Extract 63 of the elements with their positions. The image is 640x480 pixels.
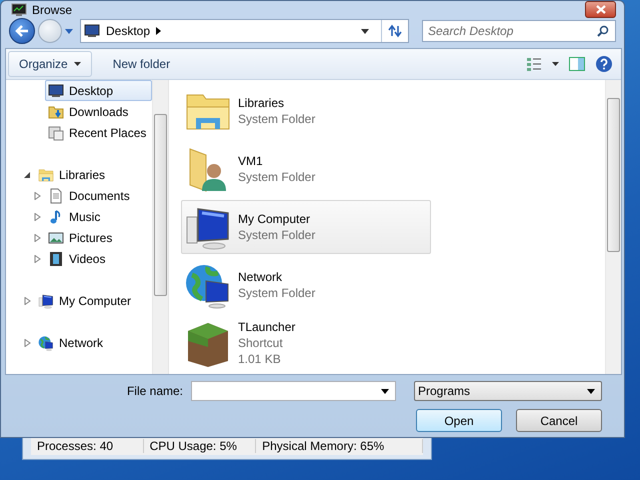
navigation-item[interactable]: Videos <box>45 248 152 269</box>
close-button[interactable] <box>585 1 616 18</box>
file-item[interactable]: TLauncher Shortcut 1.01 KB <box>181 316 431 370</box>
close-icon <box>596 5 606 14</box>
collapsed-arrow-icon[interactable] <box>24 296 31 304</box>
status-text: Physical Memory: 65% <box>256 439 423 453</box>
dialog-button[interactable]: Open <box>416 409 502 432</box>
collapsed-arrow-icon[interactable] <box>34 192 41 200</box>
dropdown-arrow-icon <box>587 388 595 394</box>
status-text: CPU Usage: 5% <box>144 439 256 453</box>
file-item[interactable]: My Computer System Folder <box>181 200 431 254</box>
navigation-item[interactable]: Music <box>45 206 152 227</box>
caret-icon <box>74 62 81 66</box>
caret-icon[interactable] <box>552 62 559 66</box>
collapsed-arrow-icon[interactable] <box>34 234 41 242</box>
collapsed-arrow-icon[interactable] <box>34 254 41 262</box>
file-item[interactable]: Libraries System Folder <box>181 84 431 138</box>
back-button[interactable] <box>9 18 35 44</box>
breadcrumb-arrow-icon <box>156 27 162 35</box>
collapsed-arrow-icon[interactable] <box>34 212 41 220</box>
window-title: Browse <box>32 2 72 16</box>
file-item[interactable]: VM1 System Folder <box>181 142 431 196</box>
refresh-arrows-icon <box>388 24 402 38</box>
dialog-button[interactable]: Cancel <box>516 409 602 432</box>
file-name-label: File name: <box>126 384 183 398</box>
navigation-item[interactable]: Network <box>35 332 152 353</box>
folder-download-icon <box>48 104 64 120</box>
scrollbar[interactable] <box>605 80 621 374</box>
organize-button[interactable]: Organize <box>8 51 92 77</box>
file-type-dropdown[interactable]: Programs <box>414 381 602 401</box>
scrollbar[interactable] <box>152 80 168 374</box>
navigation-item[interactable]: My Computer <box>35 290 152 311</box>
picture-icon <box>48 230 64 246</box>
dropdown-arrow-icon <box>381 389 389 394</box>
preview-pane-icon[interactable] <box>569 57 585 71</box>
status-text: Processes: 40 <box>31 439 144 453</box>
view-details-icon[interactable] <box>526 56 542 72</box>
app-icon <box>11 2 27 18</box>
monitor-icon <box>48 82 64 98</box>
computer-icon <box>38 292 54 308</box>
dropdown-arrow-icon[interactable] <box>361 28 369 34</box>
search-icon <box>597 25 609 37</box>
monitor-icon <box>84 23 100 39</box>
document-icon <box>48 188 64 204</box>
navigation-item[interactable]: Downloads <box>45 101 152 122</box>
navigation-item[interactable]: Libraries <box>35 164 152 185</box>
navigation-item[interactable]: Pictures <box>45 227 152 248</box>
new-folder-button[interactable]: New folder <box>102 51 182 77</box>
collapsed-arrow-icon[interactable] <box>24 338 31 346</box>
navigation-item[interactable]: Recent Places <box>45 122 152 143</box>
help-icon[interactable] <box>595 55 613 73</box>
back-arrow-icon <box>15 25 29 37</box>
search-field[interactable]: Search Desktop <box>422 20 616 42</box>
navigation-item[interactable]: Desktop <box>45 80 152 101</box>
address-bar[interactable]: Desktop <box>80 19 409 43</box>
expanded-arrow-icon[interactable] <box>24 170 31 178</box>
library-folder-icon <box>38 166 54 182</box>
globe-computer-icon <box>38 334 54 350</box>
navigation-item[interactable]: Documents <box>45 185 152 206</box>
recent-places-icon <box>48 124 64 140</box>
file-item[interactable]: Network System Folder <box>181 258 431 312</box>
film-strip-icon <box>48 250 64 266</box>
file-name-field[interactable] <box>191 381 396 401</box>
